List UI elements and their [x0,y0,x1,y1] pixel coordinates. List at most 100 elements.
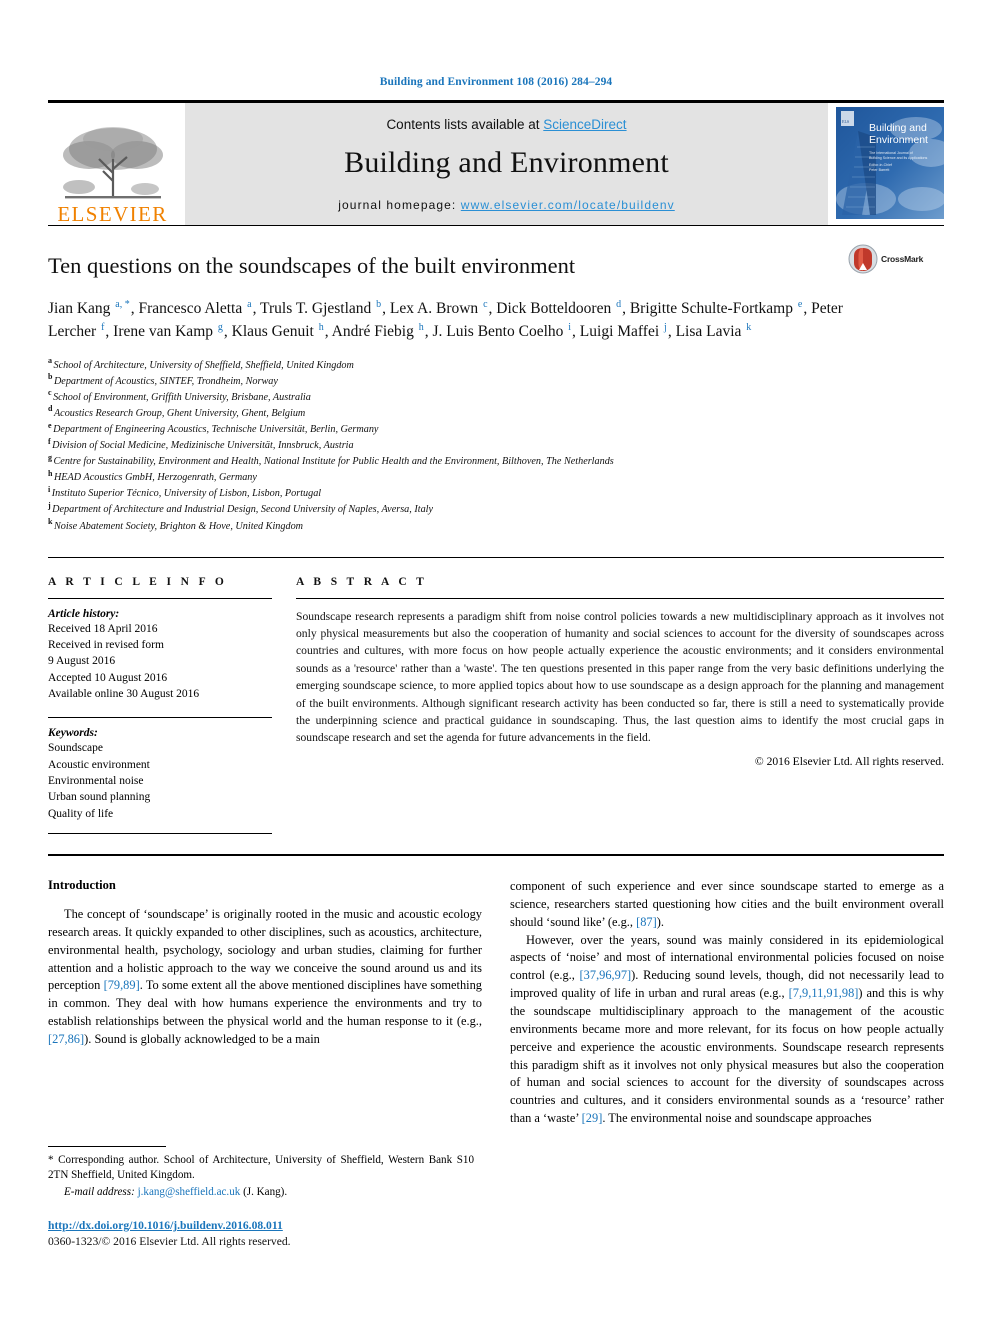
affiliation-item: k Noise Abatement Society, Brighton & Hov… [48,518,944,535]
svg-text:The International Journal of: The International Journal of [869,151,913,155]
article-history-label: Article history: [48,607,120,620]
citation-ref-87[interactable]: [87] [636,915,657,929]
contents-prefix: Contents lists available at [386,116,544,132]
svg-text:Building Science and its Appli: Building Science and its Applications [869,156,928,160]
corresponding-author-note: * Corresponding author. School of Archit… [48,1154,474,1182]
citation-ref-29[interactable]: [29] [582,1111,603,1125]
author-name: Francesco Aletta [138,300,247,317]
abstract-rule [296,597,944,599]
keyword-item: Quality of life [48,807,114,820]
article-history-line: Received in revised form [48,639,164,652]
affiliation-text: School of Architecture, University of Sh… [53,359,354,371]
intro-paragraph-left: The concept of ‘soundscape’ is originall… [48,906,482,1049]
page-title: Ten questions on the soundscapes of the … [48,253,576,278]
article-history-line: 9 August 2016 [48,655,116,668]
abstract-copyright: © 2016 Elsevier Ltd. All rights reserved… [754,754,944,768]
author-name: Luigi Maffei [579,323,664,341]
article-info-column: A R T I C L E I N F O Article history: R… [48,576,296,834]
journal-article-page: Building and Environment 108 (2016) 284–… [0,0,992,1323]
citation-ref-27-86[interactable]: [27,86] [48,1032,84,1046]
author-separator: , [803,300,812,317]
journal-band: Contents lists available at ScienceDirec… [185,103,828,225]
author-separator: , [667,323,676,341]
body-columns: Introduction The concept of ‘soundscape’… [48,878,944,1128]
article-info-heading: A R T I C L E I N F O [48,575,228,588]
body-column-right: component of such experience and ever si… [510,878,944,1128]
affiliation-text: Department of Engineering Acoustics, Tec… [53,423,379,435]
author-email-link[interactable]: j.kang@sheffield.ac.uk [138,1186,241,1198]
svg-text:Peter Barrett: Peter Barrett [869,168,889,172]
author-name: Lex A. Brown [389,300,483,317]
affiliation-list: a School of Architecture, University of S… [48,357,944,535]
affiliation-item: f Division of Social Medicine, Medizinisc… [48,437,944,454]
affiliation-text: Acoustics Research Group, Ghent Universi… [53,407,306,419]
right2-text-c: ) and this is why the soundscape multidi… [510,986,944,1126]
email-note: E-mail address: j.kang@sheffield.ac.uk (… [48,1185,474,1200]
svg-text:Building and: Building and [869,122,927,134]
author-separator: , [252,300,261,317]
journal-cover-image: Building and Environment The Internation… [836,107,944,219]
affiliation-text: Department of Architecture and Industria… [52,504,434,516]
affiliation-item: d Acoustics Research Group, Ghent Univers… [48,405,944,422]
author-separator: , [105,323,114,341]
author-list: Jian Kang a, *, Francesco Aletta a, Trul… [48,297,848,344]
article-history-lines: Received 18 April 2016 Received in revise… [48,621,272,703]
author-affiliation-mark: g [217,322,223,334]
citation-ref-79-89[interactable]: [79,89] [104,978,140,992]
crossmark-icon [848,244,878,274]
abstract-heading: A B S T R A C T [296,575,428,588]
abstract-text: Soundscape research represents a paradig… [296,609,944,745]
contents-available-line: Contents lists available at ScienceDirec… [386,117,626,132]
crossmark-badge[interactable]: CrossMark [848,244,944,274]
affiliation-item: a School of Architecture, University of S… [48,357,944,374]
homepage-prefix: journal homepage: [338,197,461,212]
author-affiliation-mark: h [418,322,424,334]
author-separator: , [572,323,580,341]
author-name: J. Luis Bento Coelho [432,323,568,341]
section-separator [48,853,944,856]
affiliation-item: c School of Environment, Griffith Univers… [48,389,944,406]
article-history-line: Accepted 10 August 2016 [48,671,168,684]
citation-ref-7-9-11-91-98[interactable]: [7,9,11,91,98] [789,986,859,1000]
article-history-line: Available online 30 August 2016 [48,688,200,701]
author-separator: , [324,323,332,341]
article-info-rule [48,597,272,599]
email-suffix: (J. Kang). [243,1185,288,1198]
footnote-rule [48,1146,166,1147]
author-name: Brigitte Schulte-Fortkamp [629,300,797,317]
journal-homepage-line: journal homepage: www.elsevier.com/locat… [338,198,675,212]
journal-cover-thumbnail[interactable]: Building and Environment The Internation… [836,107,944,219]
affiliation-text: School of Environment, Griffith Universi… [53,391,311,403]
affiliation-item: i Instituto Superior Técnico, University … [48,485,944,502]
journal-title: Building and Environment [344,145,669,179]
affiliation-item: j Department of Architecture and Industri… [48,502,944,518]
keywords-label: Keywords: [48,727,98,740]
sciencedirect-link[interactable]: ScienceDirect [543,117,626,132]
right-text-b: ). [656,914,664,929]
author-name: Klaus Genuit [231,323,318,341]
right2-text-d: . The environmental noise and soundscape… [602,1111,872,1126]
doi-link[interactable]: http://dx.doi.org/10.1016/j.buildenv.201… [48,1219,283,1232]
author-separator: , [130,300,139,317]
elsevier-logo: ELSEVIER [48,103,177,225]
affiliation-item: b Department of Acoustics, SINTEF, Trondh… [48,373,944,390]
affiliation-text: Centre for Sustainability, Environment a… [53,456,614,468]
affiliation-text: Instituto Superior Técnico, University o… [51,488,322,500]
keywords-rule [48,717,272,719]
article-history-line: Received 18 April 2016 [48,622,158,635]
elsevier-tree-icon [62,127,163,199]
affiliation-item: e Department of Engineering Acoustics, Te… [48,421,944,438]
citation-ref-37-96-97[interactable]: [37,96,97] [580,968,632,982]
author-separator: , [622,300,630,317]
right-text-a: component of such experience and ever si… [510,878,944,929]
email-label: E-mail address: [64,1185,135,1198]
author-name: Jian Kang [48,300,115,317]
running-head: Building and Environment 108 (2016) 284–… [379,76,613,88]
introduction-heading: Introduction [48,877,116,892]
affiliation-item: g Centre for Sustainability, Environment … [48,453,944,470]
elsevier-wordmark: ELSEVIER [57,202,168,226]
svg-text:Editor-in-Chief: Editor-in-Chief [869,163,892,167]
affiliation-text: Noise Abatement Society, Brighton & Hove… [53,520,304,532]
journal-homepage-link[interactable]: www.elsevier.com/locate/buildenv [461,198,675,212]
